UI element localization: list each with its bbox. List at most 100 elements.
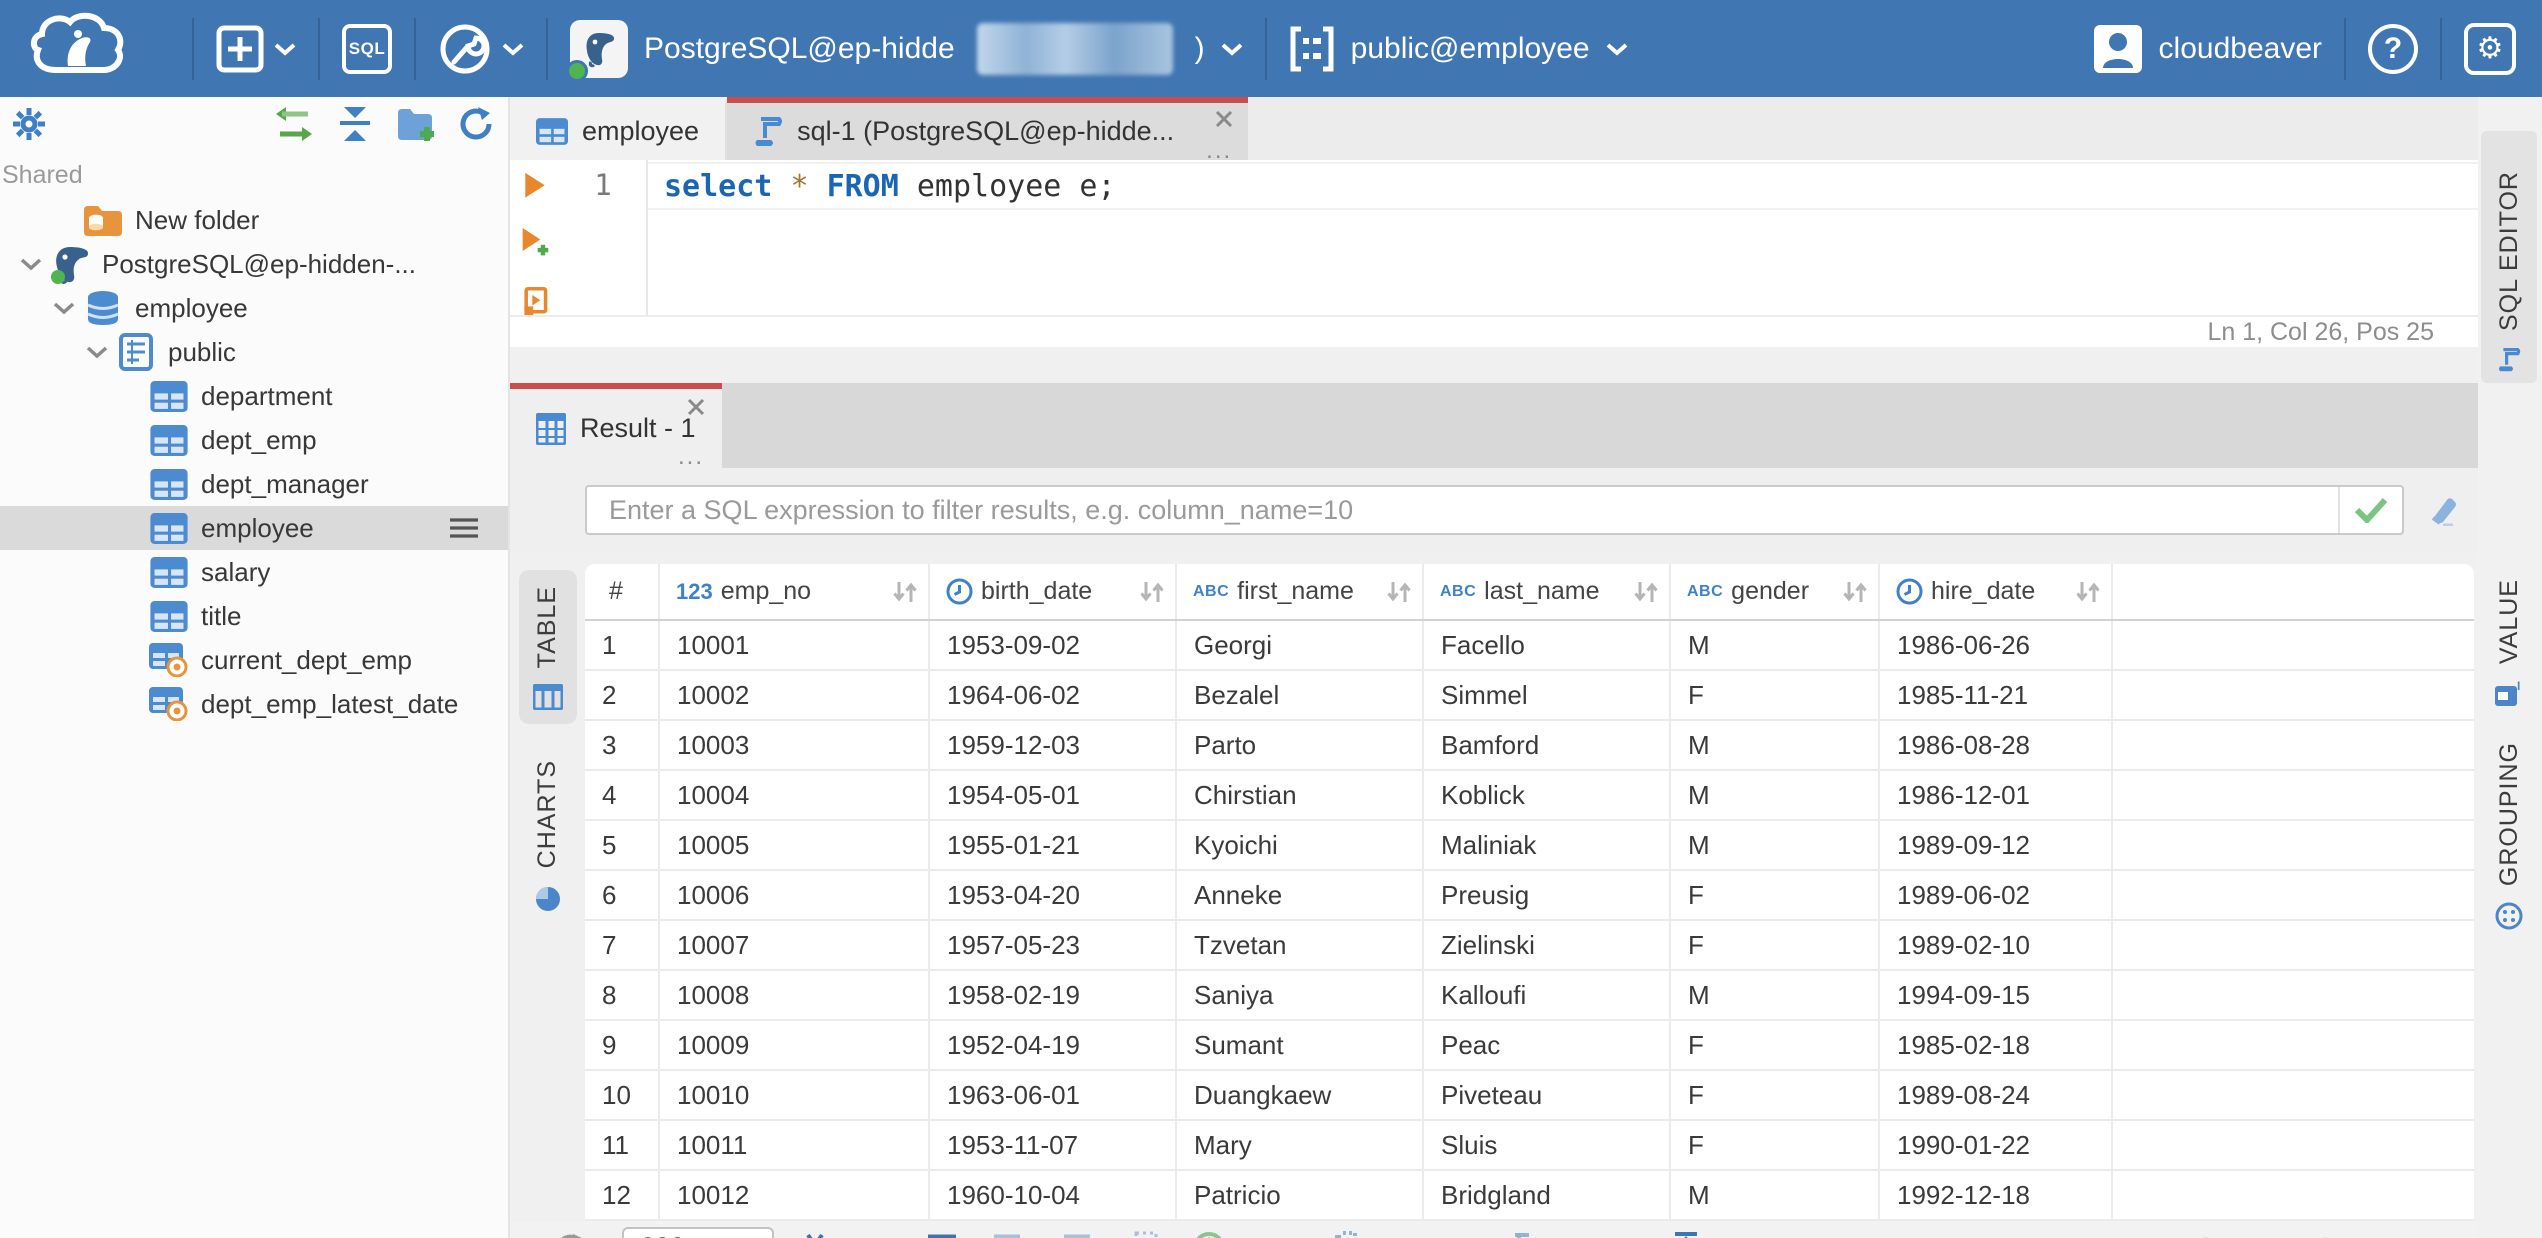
column-header-birth_date[interactable]: birth_date xyxy=(930,564,1177,619)
new-connection-button[interactable] xyxy=(216,25,296,73)
execute-query-button[interactable] xyxy=(522,172,548,198)
data-cell[interactable]: Anneke xyxy=(1177,871,1424,919)
column-header-gender[interactable]: ABC gender xyxy=(1671,564,1880,619)
data-cell[interactable]: Peac xyxy=(1424,1021,1671,1069)
new-folder-button[interactable] xyxy=(396,107,436,141)
column-header-hire_date[interactable]: hire_date xyxy=(1880,564,2113,619)
data-cell[interactable]: Simmel xyxy=(1424,671,1671,719)
tree-item-title[interactable]: title xyxy=(0,594,508,638)
data-cell[interactable]: 1985-11-21 xyxy=(1880,671,2113,719)
data-cell[interactable]: 1963-06-01 xyxy=(930,1071,1177,1119)
sort-arrows-icon[interactable] xyxy=(1633,580,1659,604)
data-cell[interactable]: 10011 xyxy=(660,1121,930,1169)
refresh-result-button[interactable] xyxy=(554,1232,612,1238)
data-cell[interactable]: 10012 xyxy=(660,1171,930,1219)
tab-grouping-panel[interactable]: GROUPING xyxy=(2495,742,2524,930)
apply-filter-button[interactable] xyxy=(2338,487,2402,533)
execute-new-tab-button[interactable] xyxy=(519,228,551,256)
tree-expand-chevron-icon[interactable] xyxy=(80,345,114,359)
tree-item-postgresql-ep-hidden-[interactable]: PostgreSQL@ep-hidden-... xyxy=(0,242,508,286)
data-cell[interactable]: M xyxy=(1671,971,1880,1019)
data-cell[interactable]: F xyxy=(1671,1071,1880,1119)
data-cell[interactable]: 1955-01-21 xyxy=(930,821,1177,869)
apply-changes-button[interactable] xyxy=(1128,1231,1162,1238)
data-cell[interactable]: 1953-09-02 xyxy=(930,621,1177,669)
revert-button[interactable]: REVERT xyxy=(1331,1230,1475,1238)
data-cell[interactable]: Bamford xyxy=(1424,721,1671,769)
data-cell[interactable]: 10007 xyxy=(660,921,930,969)
data-cell[interactable]: Chirstian xyxy=(1177,771,1424,819)
data-cell[interactable]: 1953-04-20 xyxy=(930,871,1177,919)
data-cell[interactable]: Preusig xyxy=(1424,871,1671,919)
data-cell[interactable]: 1985-02-18 xyxy=(1880,1021,2113,1069)
data-cell[interactable]: F xyxy=(1671,921,1880,969)
data-cell[interactable]: Parto xyxy=(1177,721,1424,769)
column-header-first_name[interactable]: ABC first_name xyxy=(1177,564,1424,619)
tab-charts-presentation[interactable]: CHARTS xyxy=(533,750,562,922)
row-limit-input[interactable] xyxy=(622,1226,774,1238)
data-cell[interactable]: M xyxy=(1671,771,1880,819)
data-cell[interactable]: Kalloufi xyxy=(1424,971,1671,1019)
close-tab-icon[interactable] xyxy=(1214,109,1234,129)
sort-arrows-icon[interactable] xyxy=(1842,580,1868,604)
user-menu[interactable]: cloudbeaver xyxy=(2093,24,2322,74)
tree-item-new-folder[interactable]: New folder xyxy=(0,198,508,242)
data-cell[interactable]: M xyxy=(1671,721,1880,769)
tab-sql-editor-vertical[interactable]: SQL EDITOR xyxy=(2481,131,2537,383)
data-cell[interactable]: 1989-06-02 xyxy=(1880,871,2113,919)
clear-filter-button[interactable] xyxy=(2404,494,2474,526)
data-cell[interactable]: 1954-05-01 xyxy=(930,771,1177,819)
tree-item-menu-icon[interactable] xyxy=(448,516,480,540)
connection-selector[interactable]: PostgreSQL@ep-hidde ) xyxy=(566,19,1243,82)
data-cell[interactable]: 1958-02-19 xyxy=(930,971,1177,1019)
data-cell[interactable]: 1994-09-15 xyxy=(1880,971,2113,1019)
data-cell[interactable]: 1989-02-10 xyxy=(1880,921,2113,969)
data-cell[interactable]: 1986-06-26 xyxy=(1880,621,2113,669)
sync-connections-button[interactable] xyxy=(274,107,314,141)
refresh-tree-button[interactable] xyxy=(458,106,494,142)
code-line[interactable]: select * FROM employee e; xyxy=(648,162,2478,210)
script-button[interactable]: SCRIPT xyxy=(1505,1231,1641,1238)
result-menu-icon[interactable]: ... xyxy=(678,445,704,469)
close-result-icon[interactable] xyxy=(686,397,706,417)
data-cell[interactable]: 1986-12-01 xyxy=(1880,771,2113,819)
tab-employee[interactable]: employee xyxy=(510,97,728,160)
sort-arrows-icon[interactable] xyxy=(2075,580,2101,604)
data-cell[interactable]: 10003 xyxy=(660,721,930,769)
export-button[interactable]: EXPORT xyxy=(1671,1231,1812,1238)
tree-item-dept-emp-latest-date[interactable]: dept_emp_latest_date xyxy=(0,682,508,726)
data-cell[interactable]: Maliniak xyxy=(1424,821,1671,869)
data-cell[interactable]: 1992-12-18 xyxy=(1880,1171,2113,1219)
data-cell[interactable]: 1960-10-04 xyxy=(930,1171,1177,1219)
tree-item-employee[interactable]: employee xyxy=(0,286,508,330)
data-cell[interactable]: M xyxy=(1671,621,1880,669)
filter-input[interactable] xyxy=(587,487,2338,533)
schema-selector[interactable]: public@employee xyxy=(1289,25,1628,73)
tree-expand-chevron-icon[interactable] xyxy=(47,301,81,315)
data-cell[interactable]: 1989-09-12 xyxy=(1880,821,2113,869)
data-cell[interactable]: Bezalel xyxy=(1177,671,1424,719)
data-cell[interactable]: Zielinski xyxy=(1424,921,1671,969)
collapse-all-button[interactable] xyxy=(336,107,374,141)
data-cell[interactable]: M xyxy=(1671,821,1880,869)
new-sql-editor-button[interactable]: SQL xyxy=(342,23,392,74)
data-cell[interactable]: Piveteau xyxy=(1424,1071,1671,1119)
data-cell[interactable]: Facello xyxy=(1424,621,1671,669)
tree-item-dept-manager[interactable]: dept_manager xyxy=(0,462,508,506)
data-cell[interactable]: Patricio xyxy=(1177,1171,1424,1219)
data-cell[interactable]: F xyxy=(1671,871,1880,919)
tab-sql-editor[interactable]: sql-1 (PostgreSQL@ep-hidde... ... xyxy=(727,97,1249,163)
data-cell[interactable]: Georgi xyxy=(1177,621,1424,669)
settings-button[interactable]: ⚙ xyxy=(2464,22,2516,75)
data-cell[interactable]: 1952-04-19 xyxy=(930,1021,1177,1069)
code-area[interactable]: select * FROM employee e; xyxy=(648,160,2478,315)
sort-arrows-icon[interactable] xyxy=(1386,580,1412,604)
data-cell[interactable]: 1986-08-28 xyxy=(1880,721,2113,769)
data-cell[interactable]: 1990-01-22 xyxy=(1880,1121,2113,1169)
tree-item-employee[interactable]: employee xyxy=(0,506,508,550)
data-cell[interactable]: Koblick xyxy=(1424,771,1671,819)
data-cell[interactable]: 10006 xyxy=(660,871,930,919)
data-cell[interactable]: Mary xyxy=(1177,1121,1424,1169)
execute-script-button[interactable] xyxy=(521,286,549,315)
sidebar-settings-button[interactable] xyxy=(12,107,46,141)
